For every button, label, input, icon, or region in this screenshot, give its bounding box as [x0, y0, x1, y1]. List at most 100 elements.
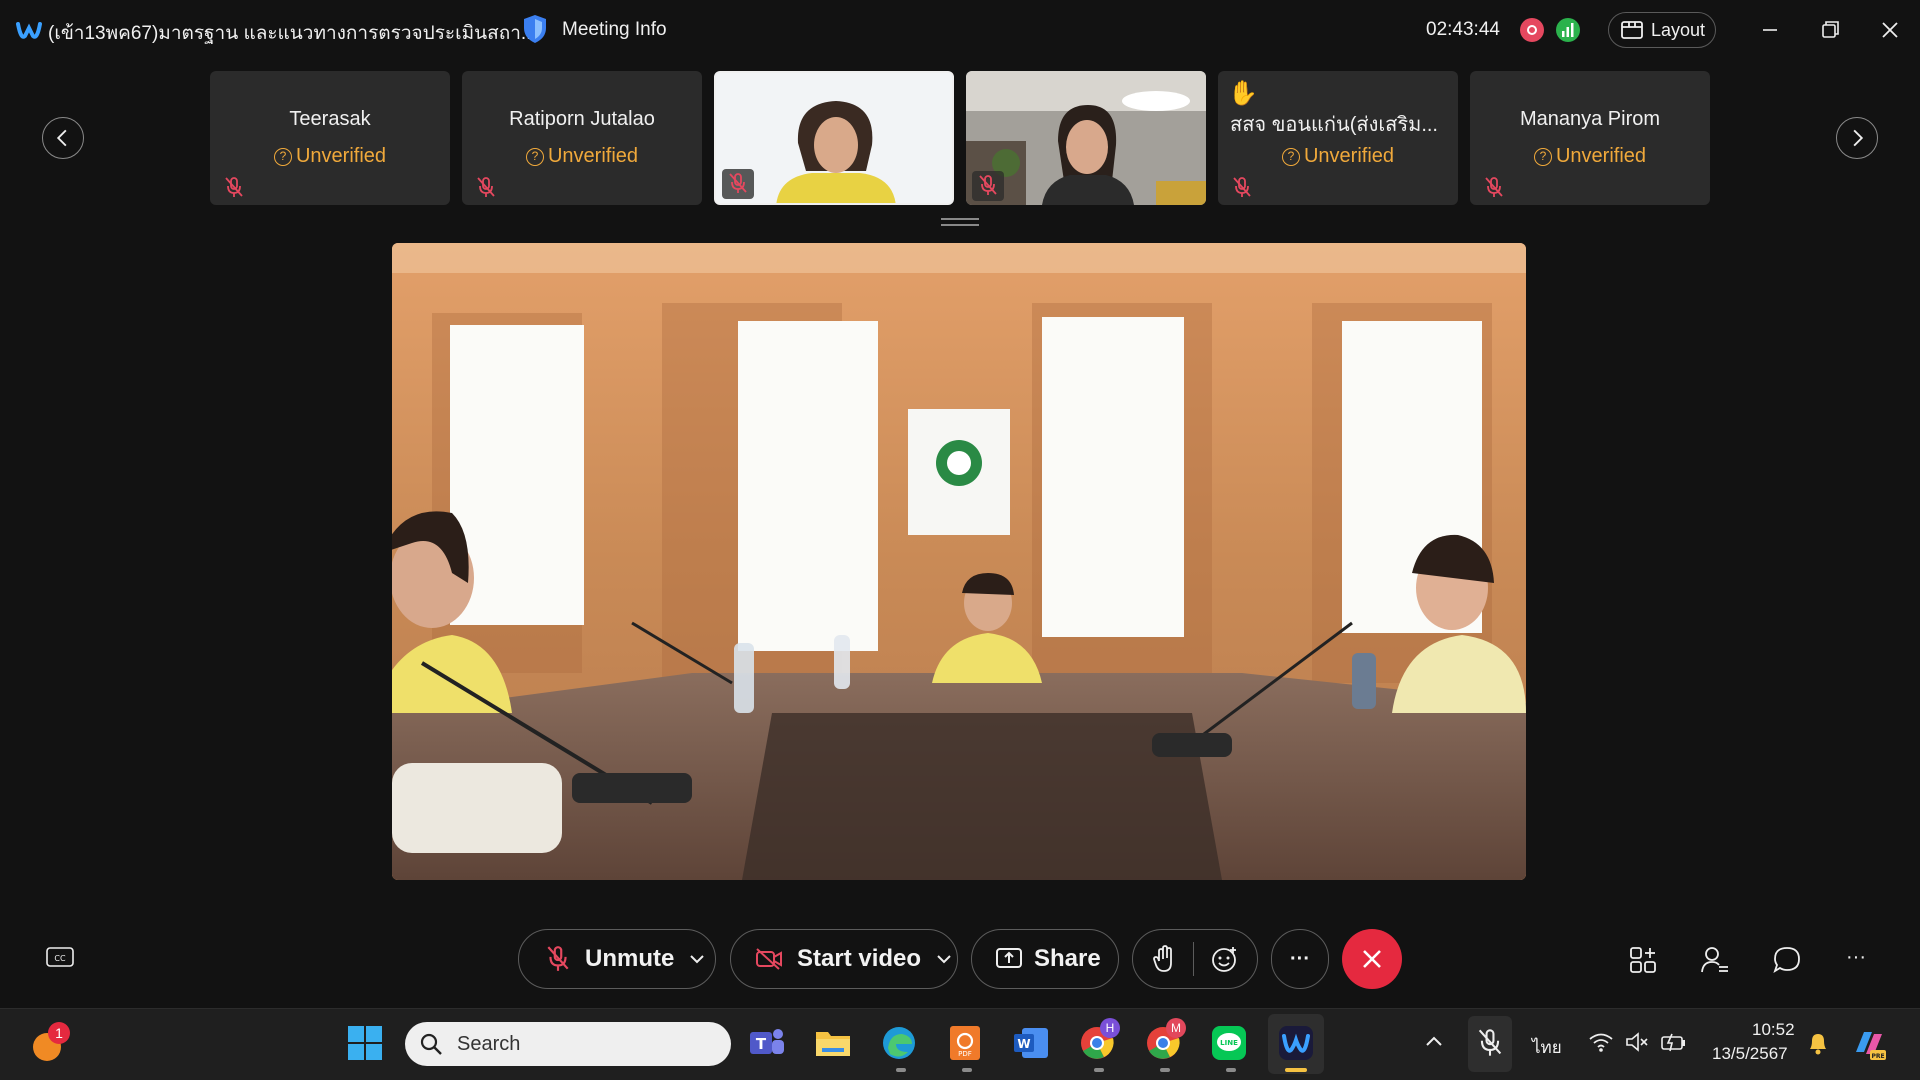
participant-name: Mananya Pirom — [1519, 108, 1661, 130]
running-indicator — [962, 1068, 972, 1072]
meeting-info-link[interactable]: Meeting Info — [562, 19, 667, 41]
running-indicator — [896, 1068, 906, 1072]
chevron-right-icon[interactable] — [1836, 117, 1878, 159]
running-indicator — [1160, 1068, 1170, 1072]
line-app-icon[interactable]: LINE — [1210, 1024, 1248, 1062]
more-options-label: ··· — [1290, 947, 1310, 970]
end-call-button[interactable] — [1342, 929, 1402, 989]
svg-text:W: W — [1017, 1037, 1030, 1051]
webex-logo-icon — [16, 22, 42, 39]
teams-icon[interactable]: T — [748, 1024, 786, 1062]
running-indicator — [1094, 1068, 1104, 1072]
chrome-profile-h-icon[interactable]: H — [1078, 1018, 1120, 1062]
raised-hand-icon: ✋ — [1228, 80, 1258, 107]
muted-mic-icon — [477, 177, 495, 197]
question-icon: ? — [1281, 147, 1300, 166]
running-indicator — [1226, 1068, 1236, 1072]
title-bar: (เข้า13พค67)มาตรฐาน และแนวทางการตรวจประเ… — [0, 0, 1920, 60]
reactions-emoji-icon[interactable] — [1211, 945, 1239, 973]
share-button[interactable]: Share — [971, 929, 1119, 989]
clock-time[interactable]: 10:52 — [1752, 1020, 1795, 1040]
svg-text:PRE: PRE — [1871, 1053, 1884, 1060]
meeting-room-video — [392, 243, 1526, 880]
close-icon — [1363, 950, 1381, 968]
copilot-icon[interactable]: PRE — [1850, 1024, 1888, 1062]
svg-text:T: T — [756, 1035, 767, 1053]
battery-charging-icon[interactable] — [1660, 1030, 1688, 1054]
chat-icon[interactable] — [1772, 945, 1802, 975]
participant-status: Unverified — [547, 145, 639, 167]
svg-text:PDF: PDF — [958, 1050, 972, 1058]
participant-video-tile[interactable] — [714, 71, 954, 205]
start-video-label: Start video — [797, 945, 922, 972]
apps-icon[interactable] — [1628, 945, 1658, 975]
unmute-button[interactable]: Unmute — [518, 929, 716, 989]
share-label: Share — [1034, 945, 1101, 972]
profile-badge: H — [1100, 1018, 1120, 1038]
weather-widget[interactable]: 1 — [30, 1022, 70, 1064]
meeting-title: (เข้า13พค67)มาตรฐาน และแนวทางการตรวจประเ… — [48, 23, 537, 44]
strip-resize-handle[interactable] — [941, 218, 979, 226]
webex-meeting-window: (เข้า13พค67)มาตรฐาน และแนวทางการตรวจประเ… — [0, 0, 1920, 1080]
close-icon[interactable] — [1874, 14, 1906, 46]
layout-button[interactable]: Layout — [1608, 12, 1716, 48]
start-video-button[interactable]: Start video — [730, 929, 958, 989]
main-video-stage[interactable] — [392, 243, 1526, 880]
wifi-icon[interactable] — [1588, 1030, 1614, 1054]
participant-status: Unverified — [1303, 145, 1395, 167]
chevron-down-icon[interactable] — [935, 953, 953, 965]
raise-hand-icon[interactable] — [1152, 945, 1176, 973]
participant-status: Unverified — [295, 145, 387, 167]
muted-mic-icon — [979, 175, 997, 195]
chevron-left-icon[interactable] — [42, 117, 84, 159]
file-explorer-icon[interactable] — [814, 1024, 852, 1062]
windows-start-icon[interactable] — [346, 1024, 384, 1062]
chevron-down-icon[interactable] — [688, 953, 706, 965]
reactions-group — [1132, 929, 1258, 989]
participant-name: สสจ ขอนแก่น(ส่งเสริม... — [1230, 114, 1438, 136]
participant-name: Ratiporn Jutalao — [509, 108, 655, 130]
taskbar-search[interactable]: Search — [405, 1022, 731, 1066]
participants-icon[interactable] — [1700, 945, 1730, 975]
participant-status: Unverified — [1555, 145, 1647, 167]
participant-tile[interactable]: Mananya Pirom ? Unverified — [1470, 71, 1710, 205]
more-panels-button[interactable]: ··· — [1846, 946, 1876, 976]
webex-app-icon[interactable] — [1277, 1024, 1315, 1062]
chrome-profile-m-icon[interactable]: M — [1144, 1018, 1186, 1062]
layout-icon — [1621, 21, 1643, 39]
search-icon — [420, 1033, 442, 1055]
volume-muted-icon[interactable] — [1624, 1030, 1650, 1054]
profile-badge: M — [1166, 1018, 1186, 1038]
divider — [1192, 942, 1194, 976]
svg-text:LINE: LINE — [1220, 1039, 1238, 1047]
share-screen-icon — [996, 948, 1022, 968]
video-off-icon — [756, 948, 782, 970]
layout-label: Layout — [1651, 19, 1706, 40]
notification-bell-icon[interactable] — [1806, 1030, 1830, 1056]
edge-icon[interactable] — [880, 1024, 918, 1062]
microphone-muted-icon[interactable] — [1476, 1028, 1504, 1058]
muted-mic-icon — [1233, 177, 1251, 197]
closed-captions-icon[interactable]: CC — [46, 947, 74, 969]
restore-icon[interactable] — [1814, 14, 1846, 46]
recording-icon[interactable] — [1520, 18, 1544, 42]
question-icon: ? — [273, 147, 292, 166]
input-language[interactable]: ไทย — [1532, 1034, 1562, 1061]
chevron-up-icon[interactable] — [1422, 1030, 1446, 1054]
participant-tile[interactable]: Ratiporn Jutalao ? Unverified — [462, 71, 702, 205]
clock-date[interactable]: 13/5/2567 — [1712, 1044, 1788, 1064]
muted-mic-icon — [547, 946, 569, 971]
participant-tile[interactable]: ✋ สสจ ขอนแก่น(ส่งเสริม... ? Unverified — [1218, 71, 1458, 205]
participant-tile[interactable]: Teerasak ? Unverified — [210, 71, 450, 205]
muted-mic-icon — [225, 177, 243, 197]
notification-badge: 1 — [48, 1022, 70, 1044]
more-options-button[interactable]: ··· — [1271, 929, 1329, 989]
minimize-icon[interactable] — [1754, 14, 1786, 46]
unverified-badge: ? Unverified — [1470, 145, 1710, 168]
participant-video-tile[interactable] — [966, 71, 1206, 205]
muted-mic-icon — [1485, 177, 1503, 197]
network-signal-icon[interactable] — [1556, 18, 1580, 42]
pdf-reader-icon[interactable]: PDF — [946, 1024, 984, 1062]
word-icon[interactable]: W — [1012, 1024, 1050, 1062]
shield-icon[interactable] — [522, 14, 548, 44]
